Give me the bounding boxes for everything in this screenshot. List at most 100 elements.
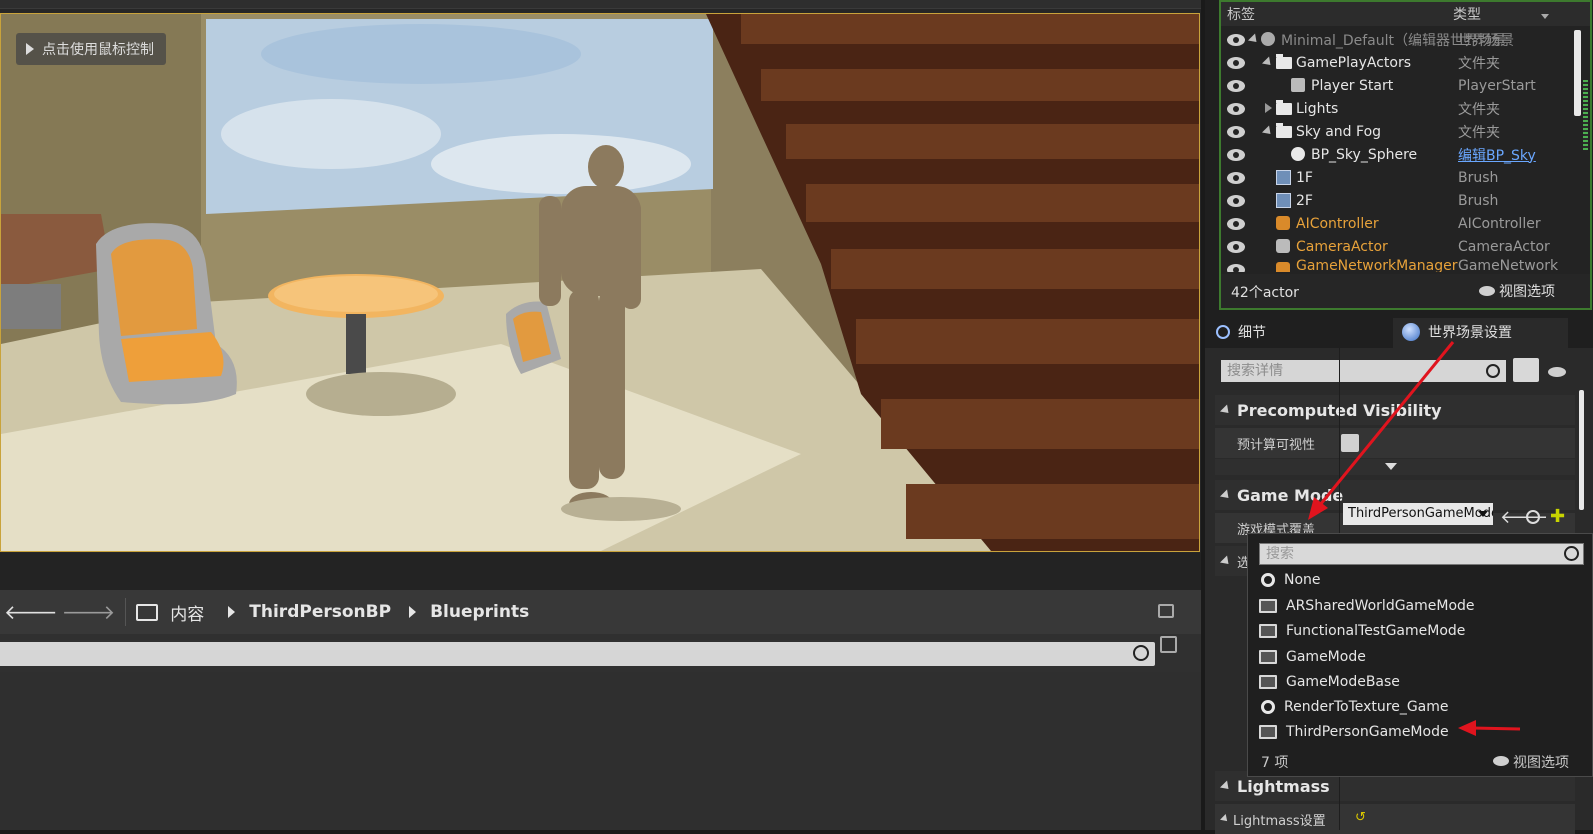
outliner-row-2f[interactable]: 2F Brush xyxy=(1221,189,1571,212)
prop-label: 预计算可视性 xyxy=(1237,437,1316,453)
dropdown-item-label: GameModeBase xyxy=(1286,674,1400,690)
collapse-triangle-icon xyxy=(1219,779,1233,793)
expand-arrow-icon[interactable] xyxy=(1247,33,1261,46)
outliner-name: GameNetworkManager xyxy=(1296,258,1458,272)
tab-details[interactable]: 细节 xyxy=(1216,318,1266,346)
outliner-type: 文件夹 xyxy=(1458,101,1500,118)
dropdown-item-arsharedworldgamemode[interactable]: ARSharedWorldGameMode xyxy=(1258,594,1578,618)
breadcrumb-thirdpersonbp[interactable]: ThirdPersonBP xyxy=(249,602,391,622)
visibility-eye-icon[interactable] xyxy=(1227,102,1245,115)
breadcrumb-blueprints[interactable]: Blueprints xyxy=(430,602,529,622)
visibility-eye-icon[interactable] xyxy=(1227,79,1245,92)
visibility-eye-icon[interactable] xyxy=(1227,56,1245,69)
outliner-name: BP_Sky_Sphere xyxy=(1311,146,1418,163)
visibility-filter-eye-icon[interactable] xyxy=(1548,367,1566,377)
level-viewport[interactable]: 点击使用鼠标控制 xyxy=(0,0,1201,553)
expand-triangle-icon[interactable] xyxy=(1220,814,1230,824)
precomputed-visibility-checkbox[interactable] xyxy=(1341,434,1359,452)
actor-count: 42个actor xyxy=(1231,285,1299,301)
visibility-eye-icon[interactable] xyxy=(1227,125,1245,138)
outliner-row-bp-sky-sphere[interactable]: BP_Sky_Sphere 编辑BP_Sky xyxy=(1221,143,1571,166)
dropdown-item-gamemodebase[interactable]: GameModeBase xyxy=(1258,670,1578,694)
dropdown-item-label: ARSharedWorldGameMode xyxy=(1286,598,1475,614)
dropdown-item-none[interactable]: None xyxy=(1258,568,1578,592)
breadcrumb-content[interactable]: 内容 xyxy=(170,600,204,625)
dropdown-item-count: 7 项 xyxy=(1261,755,1289,771)
outliner-header: 标签 类型 xyxy=(1221,2,1590,26)
details-scrollbar[interactable] xyxy=(1579,390,1584,510)
visibility-eye-icon[interactable] xyxy=(1227,194,1245,207)
play-icon xyxy=(26,43,34,55)
column-label-header[interactable]: 标签 xyxy=(1227,4,1255,24)
folder-open-icon[interactable] xyxy=(136,603,159,621)
outliner-row-gameplayactors[interactable]: GamePlayActors 文件夹 xyxy=(1221,51,1571,74)
circle-icon xyxy=(1261,700,1275,714)
mouse-control-hint[interactable]: 点击使用鼠标控制 xyxy=(16,33,166,65)
dropdown-item-gamemode[interactable]: GameMode xyxy=(1258,645,1578,669)
visibility-eye-icon[interactable] xyxy=(1227,171,1245,184)
outliner-row-world[interactable]: Minimal_Default（编辑器世界场景 世界场景 xyxy=(1221,28,1571,51)
dropdown-item-rendertotexture-game[interactable]: RenderToTexture_Game xyxy=(1258,695,1578,719)
actor-icon xyxy=(1276,216,1290,230)
dropdown-item-functionaltestgamemode[interactable]: FunctionalTestGameMode xyxy=(1258,619,1578,643)
search-icon xyxy=(1486,364,1500,378)
forward-arrow-icon[interactable]: 🡒 xyxy=(62,600,116,624)
outliner-name: CameraActor xyxy=(1296,238,1388,255)
content-asset-area[interactable] xyxy=(0,672,1201,830)
section-precomputed-visibility[interactable]: Precomputed Visibility xyxy=(1215,395,1575,425)
browse-search-icon[interactable] xyxy=(1526,510,1540,524)
outliner-type: 文件夹 xyxy=(1458,124,1500,141)
blueprint-class-icon xyxy=(1259,624,1277,638)
mouse-control-hint-label: 点击使用鼠标控制 xyxy=(42,42,154,58)
chevron-down-icon xyxy=(1478,511,1488,517)
dropdown-search-placeholder: 搜索 xyxy=(1266,546,1294,562)
outliner-row-aicontroller[interactable]: AIController AIController xyxy=(1221,212,1571,235)
outliner-row-gamenetworkmanager[interactable]: GameNetworkManager GameNetwork xyxy=(1221,258,1571,272)
visibility-eye-icon[interactable] xyxy=(1227,217,1245,230)
gamemode-override-combo[interactable]: ThirdPersonGameMode xyxy=(1343,503,1493,525)
sort-chevron-icon[interactable] xyxy=(1541,14,1549,19)
collapse-triangle-icon xyxy=(1219,488,1233,502)
visibility-eye-icon[interactable] xyxy=(1227,264,1245,272)
reset-to-default-icon[interactable]: ↺ xyxy=(1355,810,1366,825)
column-type-header[interactable]: 类型 xyxy=(1453,4,1481,24)
player-start-icon xyxy=(1291,78,1305,92)
edit-blueprint-link[interactable]: 编辑BP_Sky xyxy=(1458,145,1568,165)
visibility-eye-icon[interactable] xyxy=(1227,240,1245,253)
details-search-input[interactable]: 搜索详情 xyxy=(1221,360,1506,382)
expand-arrow-icon[interactable] xyxy=(1261,125,1275,138)
outliner-name: GamePlayActors xyxy=(1296,54,1412,71)
visibility-eye-icon[interactable] xyxy=(1227,33,1245,46)
back-arrow-icon[interactable]: 🡐 xyxy=(4,600,58,624)
outliner-scrollbar[interactable] xyxy=(1574,30,1581,116)
lock-icon[interactable] xyxy=(1158,604,1174,618)
outliner-row-skyandfog[interactable]: Sky and Fog 文件夹 xyxy=(1221,120,1571,143)
viewport-scene[interactable] xyxy=(0,13,1200,552)
outliner-row-playerstart[interactable]: Player Start PlayerStart xyxy=(1221,74,1571,97)
section-title: Game Mode xyxy=(1237,485,1344,505)
prop-row-precomputed-visibility: 预计算可视性 xyxy=(1215,428,1575,458)
visibility-eye-icon[interactable] xyxy=(1227,148,1245,161)
path-separator xyxy=(125,598,127,626)
outliner-row-1f[interactable]: 1F Brush xyxy=(1221,166,1571,189)
details-search-placeholder: 搜索详情 xyxy=(1227,363,1283,379)
dropdown-search-input[interactable]: 搜索 xyxy=(1259,543,1584,565)
outliner-row-lights[interactable]: Lights 文件夹 xyxy=(1221,97,1571,120)
content-search-input[interactable] xyxy=(0,642,1155,666)
dropdown-item-thirdpersongamemode[interactable]: ThirdPersonGameMode xyxy=(1258,720,1578,744)
outliner-type: Brush xyxy=(1458,192,1499,209)
outliner-row-cameraactor[interactable]: CameraActor CameraActor xyxy=(1221,235,1571,258)
outliner-type: 文件夹 xyxy=(1458,55,1500,72)
save-icon[interactable] xyxy=(1160,636,1177,653)
grid-view-icon[interactable] xyxy=(1513,358,1539,382)
dropdown-view-options[interactable]: 视图选项 xyxy=(1513,752,1569,772)
tab-world-settings[interactable]: 世界场景设置 xyxy=(1402,318,1512,346)
outliner-view-options[interactable]: 视图选项 xyxy=(1499,281,1555,301)
collapse-arrow-icon[interactable] xyxy=(1265,103,1272,113)
expand-arrow-icon[interactable] xyxy=(1261,56,1275,69)
level-meter xyxy=(1583,80,1588,150)
use-selected-arrow-icon[interactable]: 🡐 xyxy=(1500,507,1548,528)
outliner-footer: 42个actor 视图选项 xyxy=(1221,274,1590,308)
advanced-expander[interactable] xyxy=(1215,459,1575,475)
add-new-icon[interactable]: ✚ xyxy=(1550,506,1565,527)
